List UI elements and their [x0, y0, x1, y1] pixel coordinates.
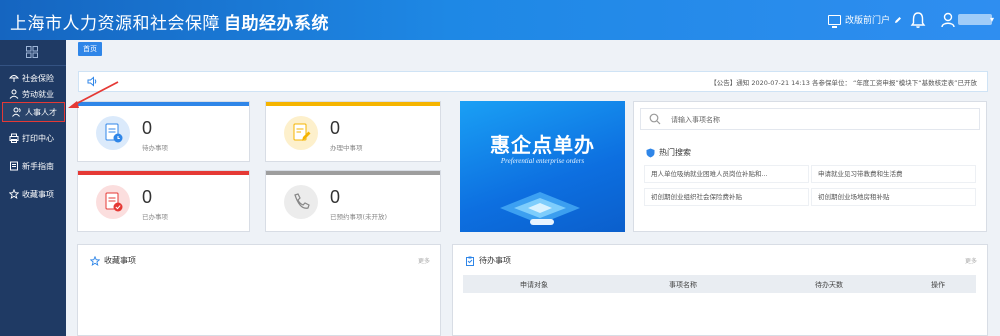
favorites-more-link[interactable]: 更多: [418, 256, 430, 265]
hot-search-label: 热门搜索: [659, 148, 691, 157]
sidebar-divider: [0, 65, 66, 66]
app-title-sub: 自助经办系统: [224, 14, 329, 34]
column-header-applicant: 申请对象: [520, 281, 548, 289]
banner-subtitle: Preferential enterprise orders: [500, 157, 585, 165]
app-title-main: 上海市人力资源和社会保障: [10, 14, 220, 34]
search-placeholder: 请输入事项名称: [671, 116, 720, 124]
banner-indicator[interactable]: [530, 219, 554, 225]
sidebar-item-print-center[interactable]: 打印中心: [0, 128, 66, 148]
book-icon: [10, 161, 18, 171]
favorites-title: 收藏事项: [90, 255, 136, 266]
hot-search-title: 热门搜索: [646, 147, 691, 158]
pending-label: 待办事项: [142, 144, 168, 152]
old-portal-link[interactable]: 改版前门户: [828, 13, 902, 28]
app-title: 上海市人力资源和社会保障 自助经办系统: [10, 9, 329, 34]
favorites-title-text: 收藏事项: [104, 256, 136, 265]
in-progress-label: 办理中事项: [330, 144, 363, 152]
promo-banner[interactable]: 惠企点单办 Preferential enterprise orders: [460, 101, 625, 232]
search-panel: 请输入事项名称 热门搜索 用人单位吸纳就业困难人员岗位补贴和... 申请就业见习…: [633, 101, 987, 232]
hot-search-item[interactable]: 申请就业见习带教费和生活费: [811, 165, 976, 183]
card-topbar: [78, 102, 249, 106]
hot-search-item[interactable]: 初创期创业组织社会保险费补贴: [644, 188, 809, 206]
todo-more-link[interactable]: 更多: [965, 256, 977, 265]
sidebar-item-favorites[interactable]: 收藏事项: [0, 184, 66, 204]
pending-count: 0: [142, 118, 153, 138]
banner-title: 惠企点单办: [490, 133, 595, 157]
sidebar-item-label: 收藏事项: [22, 189, 54, 199]
star-icon: [90, 255, 100, 266]
todo-table-header: 申请对象 事项名称 待办天数 操作: [463, 275, 976, 293]
completed-label: 已办事项: [142, 213, 168, 221]
card-topbar: [266, 102, 440, 106]
card-topbar: [78, 171, 249, 175]
sidebar-item-label: 新手指南: [22, 161, 54, 171]
appointment-label: 已预约事项(未开放): [330, 213, 388, 221]
shield-icon: [646, 148, 655, 157]
in-progress-card[interactable]: 0 办理中事项: [265, 101, 441, 162]
appointment-count: 0: [330, 187, 341, 207]
notice-bar: 【公告】通知 2020-07-21 14:13 各参保单位： “年度工资申报”模…: [78, 71, 988, 92]
pending-card[interactable]: 0 待办事项: [77, 101, 250, 162]
column-header-pending-days: 待办天数: [815, 281, 843, 289]
search-input[interactable]: 请输入事项名称: [640, 108, 980, 130]
person-icon: [9, 89, 19, 99]
todo-title-text: 待办事项: [479, 256, 511, 265]
sidebar-item-guide[interactable]: 新手指南: [0, 156, 66, 176]
sidebar-item-label: 打印中心: [22, 133, 54, 143]
sidebar-item-personnel[interactable]: 人事人才: [2, 102, 65, 122]
column-header-item-name: 事项名称: [669, 281, 697, 289]
user-name-masked[interactable]: [958, 14, 992, 25]
doc-check-icon: [96, 185, 130, 219]
bell-icon[interactable]: [910, 11, 926, 29]
in-progress-count: 0: [330, 118, 341, 138]
favorites-panel: 收藏事项 更多: [77, 244, 441, 336]
sidebar-item-label: 人事人才: [25, 107, 57, 117]
star-icon: [9, 189, 19, 199]
umbrella-icon: [9, 75, 19, 82]
sidebar-item-label: 社会保险: [22, 73, 54, 83]
appointment-card[interactable]: 0 已预约事项(未开放): [265, 170, 441, 232]
search-icon[interactable]: [649, 113, 661, 125]
edit-icon: [895, 16, 902, 23]
todo-title: 待办事项: [465, 255, 511, 266]
doc-edit-icon: [284, 116, 318, 150]
completed-card[interactable]: 0 已办事项: [77, 170, 250, 232]
tab-bar: 首页: [66, 40, 1000, 60]
grid-icon[interactable]: [26, 46, 38, 58]
speaker-icon: [87, 76, 97, 87]
phone-icon: [284, 185, 318, 219]
notice-text[interactable]: 【公告】通知 2020-07-21 14:13 各参保单位： “年度工资申报”模…: [710, 77, 977, 87]
people-icon: [12, 107, 21, 117]
column-header-actions: 操作: [931, 281, 945, 289]
doc-clock-icon: [96, 116, 130, 150]
old-portal-label: 改版前门户: [845, 16, 891, 26]
tab-home[interactable]: 首页: [78, 42, 102, 56]
sidebar-item-employment[interactable]: 劳动就业: [0, 84, 66, 104]
sidebar: 社会保险 劳动就业 人事人才 打印中心 新手指南 收藏事项: [0, 40, 66, 336]
user-icon[interactable]: [940, 11, 958, 29]
hot-search-item[interactable]: 初创期创业场地房租补贴: [811, 188, 976, 206]
hot-search-item[interactable]: 用人单位吸纳就业困难人员岗位补贴和...: [644, 165, 809, 183]
sidebar-item-label: 劳动就业: [22, 89, 54, 99]
card-topbar: [266, 171, 440, 175]
monitor-icon: [828, 14, 841, 28]
top-header: 上海市人力资源和社会保障 自助经办系统 改版前门户 ▾: [0, 0, 1000, 40]
clipboard-icon: [466, 256, 474, 266]
chevron-down-icon[interactable]: ▾: [990, 15, 994, 24]
completed-count: 0: [142, 187, 153, 207]
printer-icon: [9, 133, 19, 143]
